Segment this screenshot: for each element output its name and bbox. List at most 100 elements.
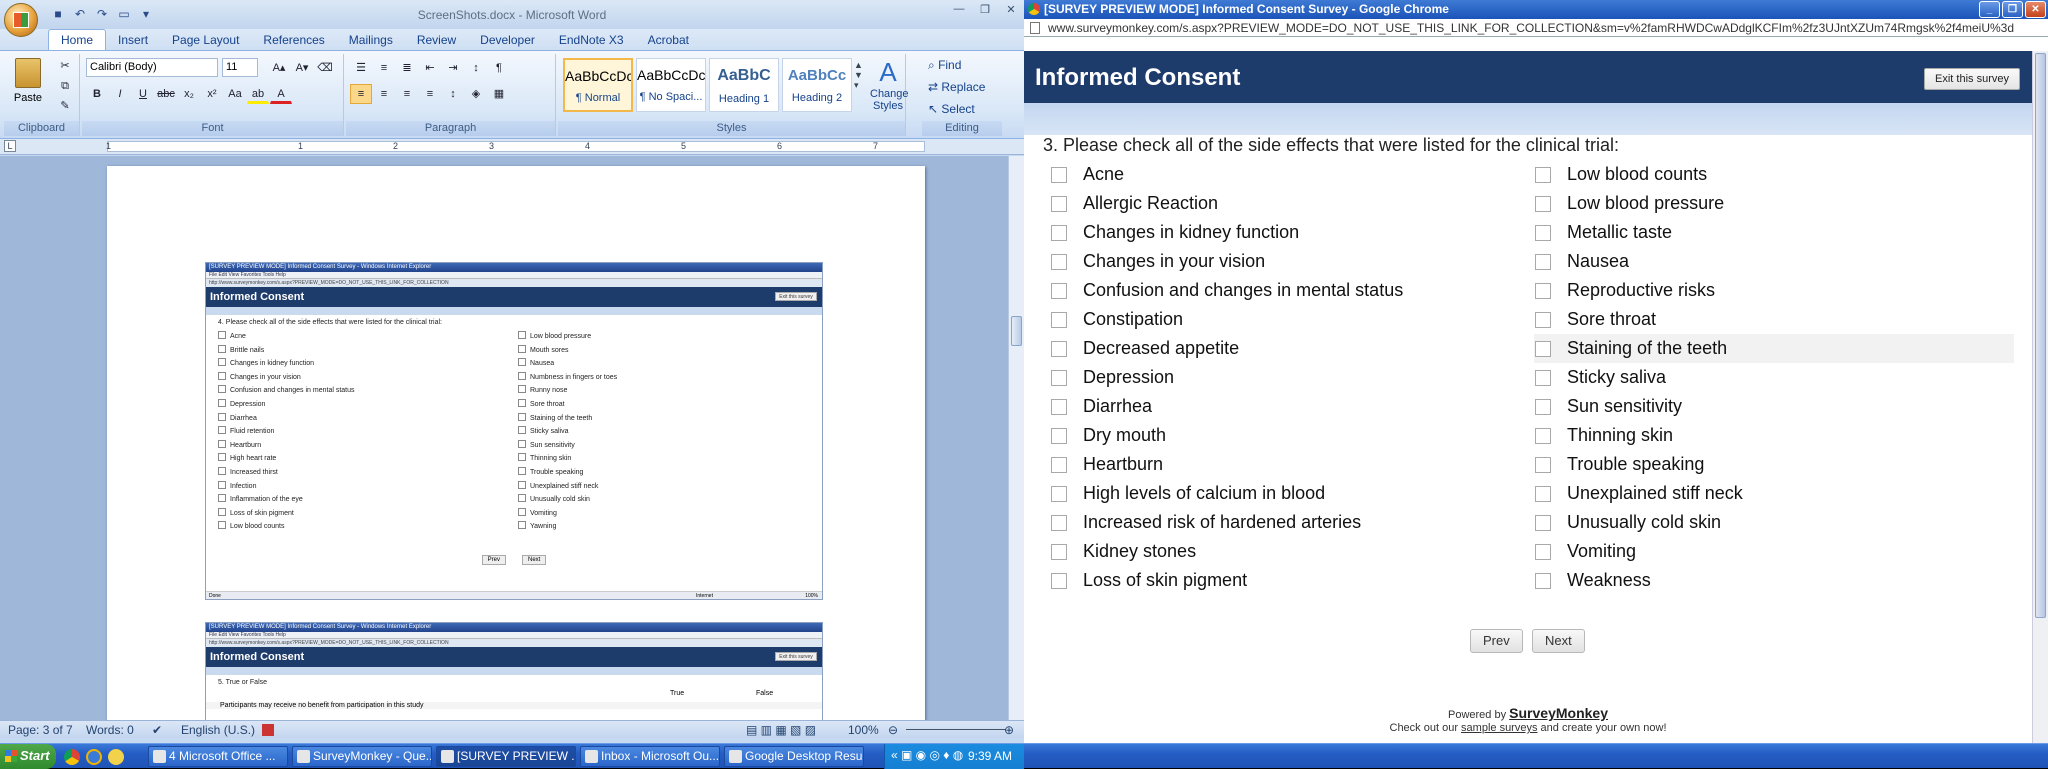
- change-styles-button[interactable]: A Change Styles: [870, 56, 909, 112]
- tray-icons[interactable]: « ▣ ◉ ◎ ♦ ◍: [891, 748, 963, 762]
- underline-icon[interactable]: U: [132, 84, 154, 104]
- clear-format-icon[interactable]: ⌫: [314, 58, 336, 78]
- minimize-icon[interactable]: _: [1979, 1, 2000, 18]
- option-loss-of-skin-pigment[interactable]: Loss of skin pigment: [1050, 566, 1530, 595]
- start-button[interactable]: Start: [0, 744, 56, 769]
- bullets-icon[interactable]: ☰: [350, 58, 372, 78]
- checkbox[interactable]: [1051, 514, 1067, 531]
- checkbox[interactable]: [1051, 166, 1067, 183]
- checkbox[interactable]: [1535, 369, 1551, 386]
- tab-review[interactable]: Review: [405, 30, 468, 50]
- align-left-icon[interactable]: ≡: [350, 84, 372, 104]
- task-google-desktop[interactable]: Google Desktop Results: [724, 746, 864, 767]
- option-changes-in-your-vision[interactable]: Changes in your vision: [1050, 247, 1530, 276]
- surveymonkey-logo-link[interactable]: SurveyMonkey: [1509, 705, 1608, 721]
- task-outlook[interactable]: Inbox - Microsoft Ou...: [580, 746, 720, 767]
- checkbox[interactable]: [1051, 195, 1067, 212]
- task-survey-preview[interactable]: [SURVEY PREVIEW ...: [436, 746, 576, 767]
- checkbox[interactable]: [1051, 369, 1067, 386]
- option-diarrhea[interactable]: Diarrhea: [1050, 392, 1530, 421]
- change-case-icon[interactable]: Aa: [224, 84, 246, 104]
- shrink-font-icon[interactable]: A▾: [291, 58, 313, 78]
- embedded-screenshot-2[interactable]: [SURVEY PREVIEW MODE] Informed Consent S…: [205, 622, 823, 724]
- checkbox[interactable]: [1535, 311, 1551, 328]
- style-heading-1[interactable]: AaBbC Heading 1: [709, 58, 779, 112]
- paste-button[interactable]: Paste: [12, 58, 44, 116]
- minimize-icon[interactable]: —: [946, 0, 972, 18]
- tab-view[interactable]: Developer: [468, 30, 547, 50]
- clock[interactable]: 9:39 AM: [968, 749, 1012, 763]
- borders-icon[interactable]: ▦: [488, 84, 510, 104]
- style-no-spacing[interactable]: AaBbCcDc ¶ No Spaci...: [636, 58, 706, 112]
- close-icon[interactable]: ✕: [998, 0, 1024, 18]
- word-vertical-scrollbar[interactable]: [1008, 156, 1024, 724]
- restore-icon[interactable]: ❐: [2002, 1, 2023, 18]
- option-sore-throat[interactable]: Sore throat: [1534, 305, 2014, 334]
- checkbox[interactable]: [1535, 282, 1551, 299]
- task-office[interactable]: 4 Microsoft Office ...: [148, 746, 288, 767]
- bold-icon[interactable]: B: [86, 84, 108, 104]
- font-name-select[interactable]: Calibri (Body): [86, 58, 218, 77]
- option-weakness[interactable]: Weakness: [1534, 566, 2014, 595]
- decrease-indent-icon[interactable]: ⇤: [419, 58, 441, 78]
- address-bar[interactable]: www.surveymonkey.com/s.aspx?PREVIEW_MODE…: [1024, 19, 2048, 37]
- option-constipation[interactable]: Constipation: [1050, 305, 1530, 334]
- tab-references[interactable]: References: [251, 30, 336, 50]
- option-unexplained-stiff-neck[interactable]: Unexplained stiff neck: [1534, 479, 2014, 508]
- copy-icon[interactable]: ⧉: [54, 76, 76, 96]
- page-count[interactable]: Page: 3 of 7: [8, 723, 73, 737]
- align-center-icon[interactable]: ≡: [373, 84, 395, 104]
- proofing-icon[interactable]: ✔: [152, 723, 162, 737]
- align-right-icon[interactable]: ≡: [396, 84, 418, 104]
- style-heading-2[interactable]: AaBbCc Heading 2: [782, 58, 852, 112]
- checkbox[interactable]: [1535, 514, 1551, 531]
- italic-icon[interactable]: I: [109, 84, 131, 104]
- format-painter-icon[interactable]: ✎: [54, 96, 76, 116]
- checkbox[interactable]: [1535, 195, 1551, 212]
- checkbox[interactable]: [1051, 543, 1067, 560]
- option-changes-in-kidney-function[interactable]: Changes in kidney function: [1050, 218, 1530, 247]
- option-confusion-and-changes-in-mental-status[interactable]: Confusion and changes in mental status: [1050, 276, 1530, 305]
- zoom-out-icon[interactable]: ⊖: [888, 723, 898, 737]
- option-thinning-skin[interactable]: Thinning skin: [1534, 421, 2014, 450]
- checkbox[interactable]: [1535, 456, 1551, 473]
- embedded-screenshot-1[interactable]: [SURVEY PREVIEW MODE] Informed Consent S…: [205, 262, 823, 600]
- show-marks-icon[interactable]: ¶: [488, 58, 510, 78]
- multilevel-list-icon[interactable]: ≣: [396, 58, 418, 78]
- styles-scroll-icon[interactable]: ▲ ▼ ▾: [854, 60, 863, 91]
- sort-icon[interactable]: ↕: [465, 58, 487, 78]
- view-buttons[interactable]: ▤ ▥ ▦ ▧ ▨: [746, 723, 816, 737]
- checkbox[interactable]: [1535, 398, 1551, 415]
- checkbox[interactable]: [1535, 253, 1551, 270]
- option-increased-risk-of-hardened-arteries[interactable]: Increased risk of hardened arteries: [1050, 508, 1530, 537]
- checkbox[interactable]: [1051, 253, 1067, 270]
- tab-insert[interactable]: Insert: [106, 30, 160, 50]
- grow-font-icon[interactable]: A▴: [268, 58, 290, 78]
- zoom-in-icon[interactable]: ⊕: [1004, 723, 1014, 737]
- tab-home[interactable]: Home: [48, 29, 107, 50]
- checkbox[interactable]: [1051, 398, 1067, 415]
- option-allergic-reaction[interactable]: Allergic Reaction: [1050, 189, 1530, 218]
- tab-endnote[interactable]: Acrobat: [636, 30, 701, 50]
- tab-developer[interactable]: EndNote X3: [547, 30, 636, 50]
- ruler[interactable]: L 1 1 2 3 4 5 6 7: [0, 139, 1024, 155]
- option-sun-sensitivity[interactable]: Sun sensitivity: [1534, 392, 2014, 421]
- prev-button[interactable]: Prev: [1470, 629, 1523, 653]
- chrome-vertical-scrollbar[interactable]: [2032, 51, 2048, 752]
- option-low-blood-pressure[interactable]: Low blood pressure: [1534, 189, 2014, 218]
- exit-survey-button[interactable]: Exit this survey: [1924, 68, 2020, 90]
- checkbox[interactable]: [1535, 340, 1551, 357]
- task-surveymonkey[interactable]: SurveyMonkey - Que...: [292, 746, 432, 767]
- superscript-icon[interactable]: x²: [201, 84, 223, 104]
- option-high-levels-of-calcium-in-blood[interactable]: High levels of calcium in blood: [1050, 479, 1530, 508]
- checkbox[interactable]: [1535, 543, 1551, 560]
- zoom-slider[interactable]: [906, 729, 1006, 730]
- checkbox[interactable]: [1051, 427, 1067, 444]
- option-depression[interactable]: Depression: [1050, 363, 1530, 392]
- office-button[interactable]: [4, 3, 38, 37]
- increase-indent-icon[interactable]: ⇥: [442, 58, 464, 78]
- checkbox[interactable]: [1051, 311, 1067, 328]
- justify-icon[interactable]: ≡: [419, 84, 441, 104]
- messenger-quicklaunch-icon[interactable]: [108, 749, 124, 765]
- option-low-blood-counts[interactable]: Low blood counts: [1534, 160, 2014, 189]
